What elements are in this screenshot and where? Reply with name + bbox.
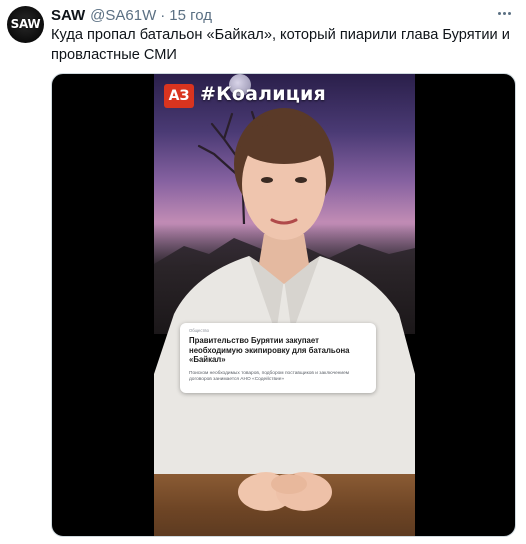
news-card-description: Поиском необходимых товаров, подбором по… [189,370,350,382]
hands-overlay [238,473,332,511]
news-card-title: Правительство Бурятии закупает необходим… [189,336,350,364]
tweet: SAW SAW @SA61W · 15 год Куда пропал бата… [0,0,526,544]
news-card-category: Общество [189,328,209,333]
video-player[interactable]: АЗ #Коалиция Общество Правительство Буря… [51,73,516,537]
tweet-text: Куда пропал батальон «Байкал», который п… [51,27,510,63]
news-card: Общество Правительство Бурятии закупает … [180,323,376,393]
avatar[interactable]: SAW [7,6,44,43]
display-name[interactable]: SAW [51,7,85,24]
more-horizontal-icon[interactable] [492,4,516,22]
timestamp[interactable]: 15 год [169,7,212,24]
user-handle[interactable]: @SA61W [90,7,156,24]
avatar-label: SAW [10,17,41,31]
separator-dot: · [160,6,166,24]
video-frame[interactable]: АЗ #Коалиция Общество Правительство Буря… [154,74,415,536]
tweet-header: SAW @SA61W · 15 год [51,6,212,24]
